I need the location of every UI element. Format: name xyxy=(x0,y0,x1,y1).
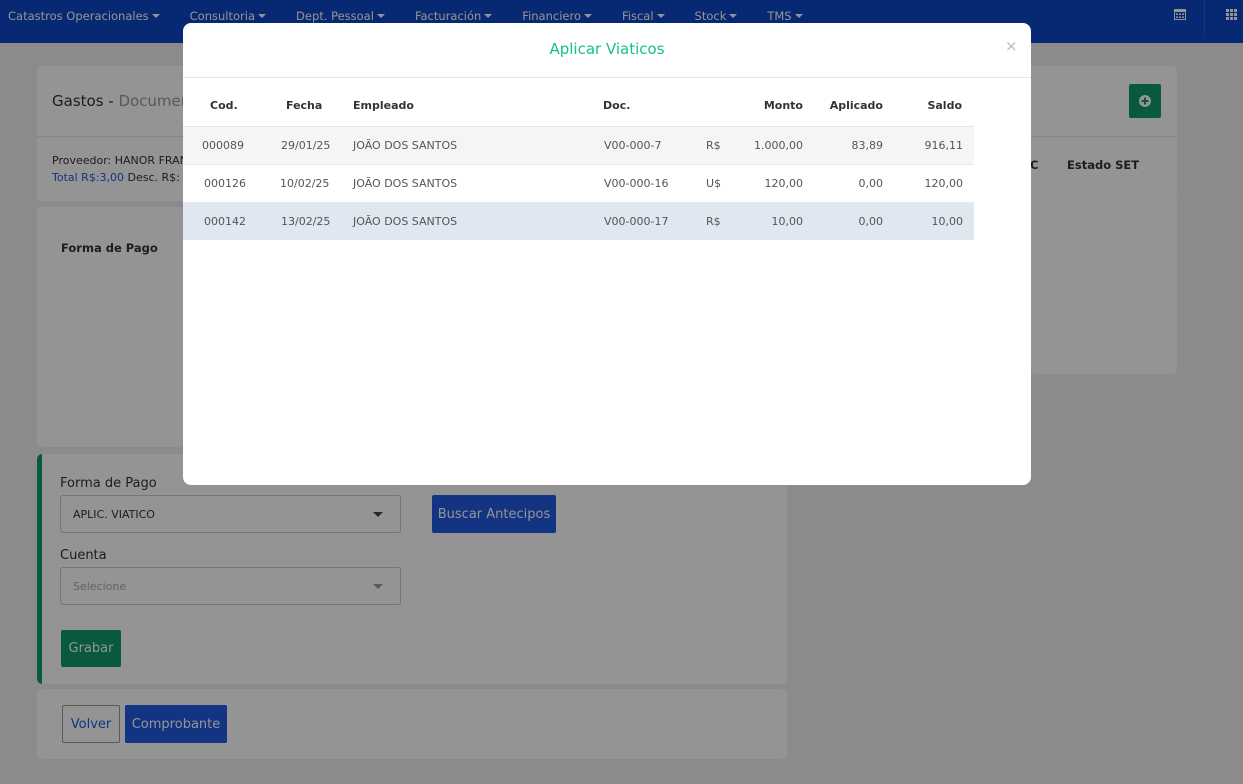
cell-moneda: U$ xyxy=(706,177,722,190)
cell-saldo: 120,00 xyxy=(924,177,964,190)
cell-fecha: 29/01/25 xyxy=(281,139,331,152)
table-header: Cod. Fecha Empleado Doc. Monto Aplicado … xyxy=(183,87,974,126)
cell-monto: 10,00 xyxy=(771,215,804,228)
cell-empleado: JOÃO DOS SANTOS xyxy=(353,177,458,190)
cell-doc: V00-000-17 xyxy=(604,215,669,228)
column-empleado: Empleado xyxy=(353,99,414,112)
table-row[interactable]: 000089 29/01/25 JOÃO DOS SANTOS V00-000-… xyxy=(183,126,974,164)
cell-saldo: 916,11 xyxy=(924,139,964,152)
cell-moneda: R$ xyxy=(706,215,721,228)
cell-aplicado: 83,89 xyxy=(851,139,884,152)
aplicar-viaticos-modal: Aplicar Viaticos × Cod. Fecha Empleado D… xyxy=(183,23,1031,485)
cell-monto: 1.000,00 xyxy=(754,139,803,152)
cell-doc: V00-000-7 xyxy=(604,139,662,152)
table-row[interactable]: 000126 10/02/25 JOÃO DOS SANTOS V00-000-… xyxy=(183,164,974,202)
cell-monto: 120,00 xyxy=(764,177,804,190)
column-monto: Monto xyxy=(763,99,803,112)
cell-empleado: JOÃO DOS SANTOS xyxy=(353,215,458,228)
cell-saldo: 10,00 xyxy=(931,215,964,228)
column-saldo: Saldo xyxy=(927,99,962,112)
viaticos-table: Cod. Fecha Empleado Doc. Monto Aplicado … xyxy=(183,87,974,240)
cell-moneda: R$ xyxy=(706,139,721,152)
cell-empleado: JOÃO DOS SANTOS xyxy=(353,139,458,152)
cell-fecha: 10/02/25 xyxy=(280,177,330,190)
modal-divider xyxy=(183,77,1031,78)
cell-aplicado: 0,00 xyxy=(858,215,884,228)
close-icon[interactable]: × xyxy=(1005,37,1018,55)
cell-cod: 000126 xyxy=(204,177,246,190)
column-fecha: Fecha xyxy=(286,99,323,112)
cell-cod: 000142 xyxy=(204,215,246,228)
table-row[interactable]: 000142 13/02/25 JOÃO DOS SANTOS V00-000-… xyxy=(183,202,974,240)
column-doc: Doc. xyxy=(603,99,631,112)
cell-fecha: 13/02/25 xyxy=(281,215,331,228)
column-aplicado: Aplicado xyxy=(829,99,883,112)
cell-doc: V00-000-16 xyxy=(604,177,669,190)
cell-cod: 000089 xyxy=(202,139,244,152)
column-cod: Cod. xyxy=(210,99,238,112)
cell-aplicado: 0,00 xyxy=(858,177,884,190)
modal-title: Aplicar Viaticos xyxy=(549,40,665,58)
